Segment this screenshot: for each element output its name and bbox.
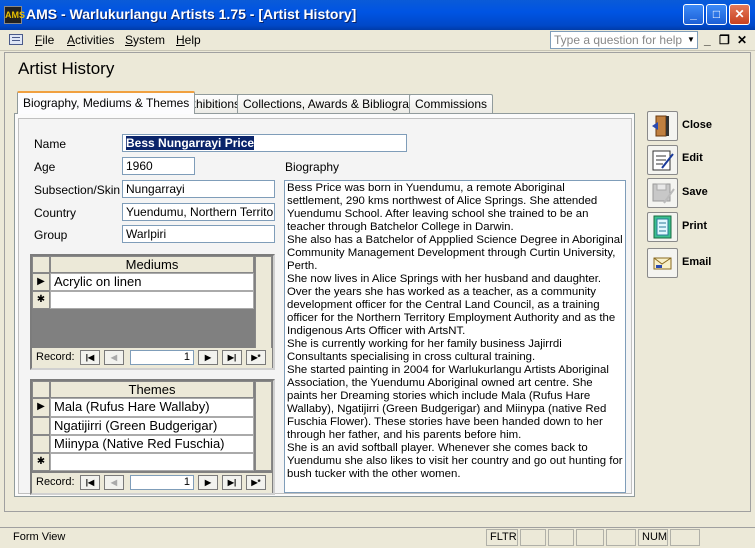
edit-form-icon xyxy=(652,150,674,171)
minimize-button[interactable]: _ xyxy=(683,4,704,25)
prev-record-button[interactable]: ◀ xyxy=(104,475,124,490)
record-number-input[interactable]: 1 xyxy=(130,475,194,490)
row-selector-corner xyxy=(32,256,50,273)
last-record-button[interactable]: ▶| xyxy=(222,350,242,365)
envelope-icon xyxy=(653,257,672,270)
email-label: Email xyxy=(682,256,712,268)
list-item[interactable]: Acrylic on linen xyxy=(50,273,254,291)
biography-paragraph: She is an avid softball player. Whenever… xyxy=(287,442,623,480)
menu-system[interactable]: System xyxy=(125,33,165,47)
current-row-icon[interactable]: ▶ xyxy=(32,398,50,417)
list-item[interactable]: Miinypa (Native Red Fuschia) xyxy=(50,435,254,453)
list-item-new[interactable] xyxy=(50,291,254,309)
status-cell-empty xyxy=(576,529,604,546)
row-selector[interactable] xyxy=(32,417,50,435)
first-record-button[interactable]: |◀ xyxy=(80,350,100,365)
biography-paragraph: She started painting in 2004 for Warluku… xyxy=(287,364,609,441)
save-label: Save xyxy=(682,186,708,198)
current-row-icon[interactable]: ▶ xyxy=(32,273,50,291)
row-selector-corner xyxy=(32,381,50,398)
country-field[interactable]: Yuendumu, Northern Territory, A xyxy=(122,203,275,221)
menu-help[interactable]: Help xyxy=(176,33,201,47)
chevron-down-icon[interactable]: ▼ xyxy=(685,32,697,48)
email-button[interactable] xyxy=(647,248,678,278)
page-title: Artist History xyxy=(18,59,115,78)
biography-textarea[interactable]: Bess Price was born in Yuendumu, a remot… xyxy=(284,180,626,493)
biography-paragraph: She now lives in Alice Springs with her … xyxy=(287,273,616,337)
edit-label: Edit xyxy=(682,152,703,164)
new-row-icon[interactable]: ✱ xyxy=(32,453,50,471)
num-lock-status: NUM xyxy=(638,529,668,546)
help-question-input[interactable]: Type a question for help xyxy=(550,31,698,49)
biography-paragraph: She is currently working for her family … xyxy=(287,338,562,363)
record-label: Record: xyxy=(36,351,75,363)
close-window-button[interactable]: ✕ xyxy=(729,4,750,25)
scrollbar[interactable] xyxy=(255,256,272,351)
menu-activities[interactable]: Activities xyxy=(67,33,114,47)
record-label: Record: xyxy=(36,476,75,488)
tab-collections[interactable]: Collections, Awards & Bibliography xyxy=(237,94,435,113)
status-cell-empty xyxy=(606,529,636,546)
status-cell-empty xyxy=(520,529,546,546)
subsection-field[interactable]: Nungarrayi xyxy=(122,180,275,198)
menu-file[interactable]: File xyxy=(35,33,54,47)
filter-status: FLTR xyxy=(486,529,518,546)
save-button[interactable] xyxy=(647,178,678,208)
scrollbar[interactable] xyxy=(255,381,272,471)
biography-label: Biography xyxy=(285,160,340,174)
close-label: Close xyxy=(682,119,712,131)
list-item[interactable]: Mala (Rufus Hare Wallaby) xyxy=(50,398,254,417)
close-button[interactable] xyxy=(647,111,678,141)
subsection-label: Subsection/Skin xyxy=(34,183,121,197)
new-record-button[interactable]: ▶* xyxy=(246,475,266,490)
window-title: AMS - Warlukurlangu Artists 1.75 - [Arti… xyxy=(26,6,357,22)
edit-button[interactable] xyxy=(647,145,678,175)
floppy-disk-icon xyxy=(652,183,675,204)
print-label: Print xyxy=(682,220,708,232)
mdi-minimize-button[interactable]: _ xyxy=(704,33,711,47)
name-field[interactable]: Bess Nungarrayi Price xyxy=(122,134,407,152)
form-control-menu-icon[interactable] xyxy=(9,34,23,45)
mdi-close-button[interactable]: ✕ xyxy=(737,33,747,47)
view-status: Form View xyxy=(13,531,66,543)
name-label: Name xyxy=(34,137,67,151)
status-cell-empty xyxy=(548,529,574,546)
themes-header: Themes xyxy=(50,381,254,398)
group-field[interactable]: Warlpiri xyxy=(122,225,275,243)
list-item-new[interactable] xyxy=(50,453,254,471)
record-number-input[interactable]: 1 xyxy=(130,350,194,365)
biography-paragraph: Bess Price was born in Yuendumu, a remot… xyxy=(287,182,598,233)
status-cell-empty xyxy=(670,529,700,546)
tab-biography[interactable]: Biography, Mediums & Themes xyxy=(17,91,196,114)
group-label: Group xyxy=(34,228,68,242)
app-icon[interactable]: AMS xyxy=(4,6,25,24)
next-record-button[interactable]: ▶ xyxy=(198,350,218,365)
new-row-icon[interactable]: ✱ xyxy=(32,291,50,309)
age-field[interactable]: 1960 xyxy=(122,157,195,175)
new-record-button[interactable]: ▶* xyxy=(246,350,266,365)
print-button[interactable] xyxy=(647,212,678,242)
mediums-header: Mediums xyxy=(50,256,254,273)
maximize-button[interactable]: □ xyxy=(706,4,727,25)
first-record-button[interactable]: |◀ xyxy=(80,475,100,490)
age-label: Age xyxy=(34,160,56,174)
prev-record-button[interactable]: ◀ xyxy=(104,350,124,365)
next-record-button[interactable]: ▶ xyxy=(198,475,218,490)
country-label: Country xyxy=(34,206,77,220)
biography-paragraph: She also has a Batchelor of Appplied Sci… xyxy=(287,234,623,272)
mdi-restore-button[interactable]: ❐ xyxy=(719,33,730,47)
last-record-button[interactable]: ▶| xyxy=(222,475,242,490)
door-exit-icon xyxy=(652,115,669,137)
notebook-print-icon xyxy=(653,215,672,239)
tab-commissions[interactable]: Commissions xyxy=(409,94,494,113)
list-item[interactable]: Ngatijirri (Green Budgerigar) xyxy=(50,417,254,435)
row-selector[interactable] xyxy=(32,435,50,453)
